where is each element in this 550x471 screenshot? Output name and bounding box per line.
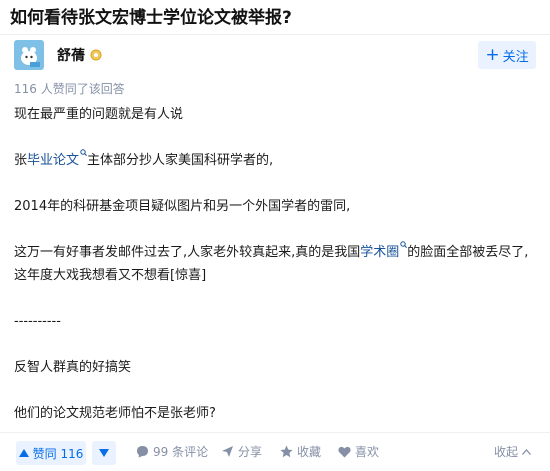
action-bar: 赞同 116 99 条评论 分享 收藏 喜欢 收起 [0,432,550,470]
answer-content: 现在最严重的问题就是有人说 张毕业论文 主体部分抄人家美国科研学者的, 2014年… [14,103,529,471]
favorite-label: 收藏 [297,445,322,459]
paragraph: 张毕业论文 主体部分抄人家美国科研学者的, [14,149,529,172]
comment-label: 99 条评论 [153,445,209,459]
collapse-button[interactable]: 收起 [494,443,532,460]
follow-label: 关注 [502,49,529,65]
avatar[interactable] [14,40,44,70]
share-label: 分享 [238,445,263,459]
heart-icon [338,446,351,457]
author-name[interactable]: 舒蒨 [57,45,85,65]
like-label: 喜欢 [355,445,380,459]
share-button[interactable]: 分享 [221,443,262,460]
collapse-label: 收起 [494,445,519,459]
author-info: 舒蒨 [14,40,102,70]
question-title[interactable]: 如何看待张文宏博士学位论文被举报? [10,5,540,31]
plus-icon: + [485,44,500,65]
star-icon [280,445,293,458]
chevron-up-icon [522,448,532,455]
header-divider [0,34,550,35]
search-icon [80,149,87,156]
favorite-button[interactable]: 收藏 [280,443,321,460]
comment-button[interactable]: 99 条评论 [136,443,208,460]
upvote-summary: 116 人赞同了该回答 [14,82,125,96]
medal-badge-icon [90,49,102,61]
keyword-link[interactable]: 学术圈 [360,241,408,260]
separator-text: ---------- [14,314,61,329]
share-icon [222,446,233,457]
keyword-link[interactable]: 毕业论文 [27,149,87,168]
paragraph: 这万一有好事者发邮件过去了,人家老外较真起来,真的是我国学术圈 的脸面全部被丢尽了… [14,241,529,287]
upvote-button[interactable]: 赞同 116 [16,441,86,465]
paragraph: 现在最严重的问题就是有人说 [14,107,184,122]
comment-icon [137,446,148,458]
follow-button[interactable]: + 关注 [478,41,536,69]
cartoon-cat-icon [16,42,42,68]
paragraph: 2014年的科研基金项目疑似图片和另一个外国学者的雷同, [14,199,351,214]
paragraph: 他们的论文规范老师怕不是张老师? [14,406,216,421]
triangle-up-icon [18,449,29,457]
paragraph: 反智人群真的好搞笑 [14,360,132,375]
upvote-label: 赞同 116 [32,446,84,461]
downvote-button[interactable] [92,441,116,465]
triangle-down-icon [99,449,109,457]
like-button[interactable]: 喜欢 [338,443,379,460]
